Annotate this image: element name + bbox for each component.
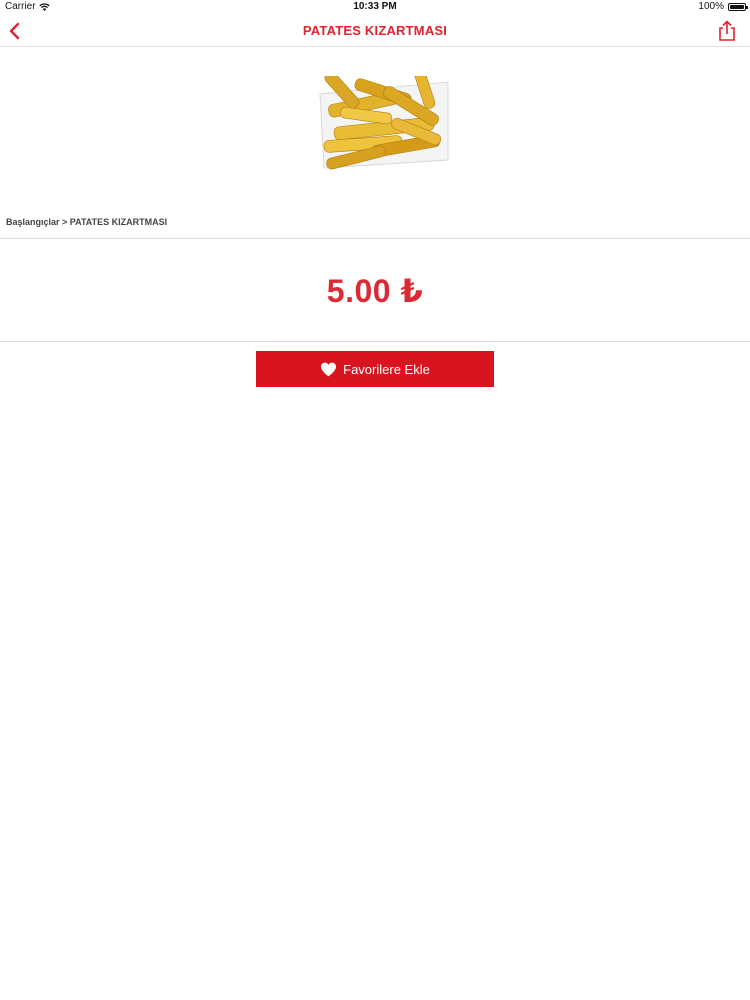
- product-image: [319, 76, 449, 170]
- status-bar: Carrier 10:33 PM 100%: [0, 0, 750, 14]
- navigation-bar: PATATES KIZARTMASI: [0, 14, 750, 47]
- share-icon: [719, 20, 735, 41]
- status-time: 10:33 PM: [353, 1, 397, 12]
- add-to-favorites-label: Favorilere Ekle: [343, 361, 430, 377]
- divider: [0, 341, 750, 342]
- add-to-favorites-button[interactable]: Favorilere Ekle: [256, 351, 494, 387]
- battery-fill: [730, 4, 744, 9]
- page-title: PATATES KIZARTMASI: [302, 23, 448, 38]
- divider: [0, 238, 750, 239]
- breadcrumb: Başlangıçlar > PATATES KIZARTMASI: [6, 217, 168, 227]
- share-button[interactable]: [716, 20, 738, 42]
- battery-percent: 100%: [698, 1, 724, 12]
- product-price: 5.00 ₺: [326, 273, 424, 309]
- battery-icon: [728, 2, 748, 11]
- heart-icon: [321, 362, 337, 376]
- status-right: 100%: [698, 1, 748, 12]
